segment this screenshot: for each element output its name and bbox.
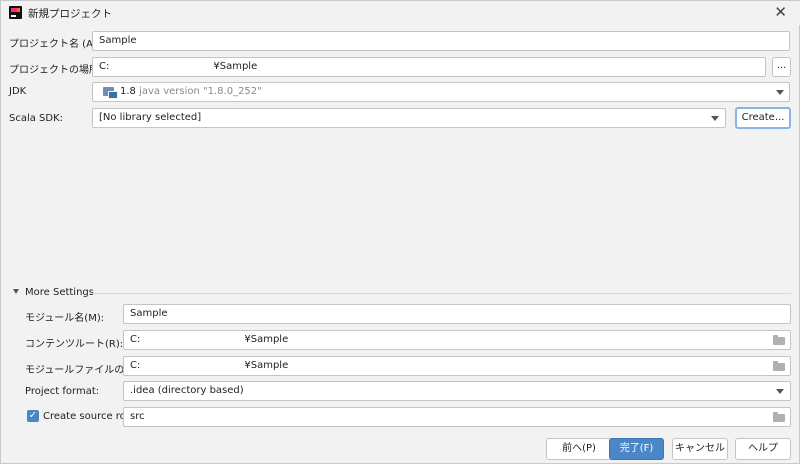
help-button[interactable]: ヘルプ [735,438,791,460]
module-name-label: モジュール名(M): [25,313,105,324]
scala-sdk-value: [No library selected] [99,112,202,123]
content-root-folder-icon[interactable] [773,335,785,345]
content-root-drive: C: [130,334,141,345]
module-file-location-folder: ¥Sample [244,360,289,371]
project-name-input[interactable]: Sample [92,31,790,51]
source-root-folder-icon[interactable] [773,412,785,422]
jdk-detail: java version "1.8.0_252" [139,86,262,97]
new-project-dialog: 新規プロジェクト ✕ プロジェクト名 (A): Sample プロジェクトの場所… [0,0,800,464]
create-source-root-checkbox[interactable]: ✓ [27,410,39,422]
content-root-input[interactable]: C: ¥Sample [123,330,791,350]
close-icon[interactable]: ✕ [774,3,787,21]
project-location-drive: C: [99,61,110,72]
jdk-folder-icon [103,87,118,99]
scala-sdk-dropdown-chevron-icon[interactable] [711,116,719,121]
intellij-app-icon [9,6,22,19]
source-root-input[interactable]: src [123,407,791,427]
scala-sdk-select[interactable]: [No library selected] [92,108,726,128]
content-root-label: コンテンツルート(R): [25,339,124,350]
browse-location-button[interactable]: ... [772,57,791,77]
previous-button[interactable]: 前へ(P) [546,438,612,460]
jdk-dropdown-chevron-icon[interactable] [776,90,784,95]
cancel-button[interactable]: キャンセル [672,438,728,460]
jdk-version: 1.8 [120,86,136,97]
module-file-location-folder-icon[interactable] [773,361,785,371]
more-settings-divider [89,293,791,294]
collapse-chevron-icon[interactable] [13,289,19,294]
module-name-input[interactable]: Sample [123,304,791,324]
project-name-value: Sample [99,35,137,46]
content-root-folder: ¥Sample [244,334,289,345]
jdk-select[interactable]: 1.8 java version "1.8.0_252" [92,82,790,102]
more-settings-header[interactable]: More Settings [25,287,94,298]
project-format-label: Project format: [25,386,100,397]
project-format-value: .idea (directory based) [130,385,244,396]
module-file-location-input[interactable]: C: ¥Sample [123,356,791,376]
source-root-value: src [130,411,145,422]
window-title: 新規プロジェクト [28,8,112,20]
module-name-value: Sample [130,308,168,319]
jdk-label: JDK [9,86,27,97]
create-sdk-button[interactable]: Create... [735,107,791,129]
finish-button[interactable]: 完了(F) [609,438,664,460]
scala-sdk-label: Scala SDK: [9,113,64,124]
project-format-select[interactable]: .idea (directory based) [123,381,791,401]
project-name-label: プロジェクト名 (A): [9,39,101,50]
module-file-location-drive: C: [130,360,141,371]
project-format-dropdown-chevron-icon[interactable] [776,389,784,394]
project-location-folder: ¥Sample [213,61,258,72]
project-location-input[interactable]: C: ¥Sample [92,57,766,77]
title-bar: 新規プロジェクト ✕ [1,1,800,25]
